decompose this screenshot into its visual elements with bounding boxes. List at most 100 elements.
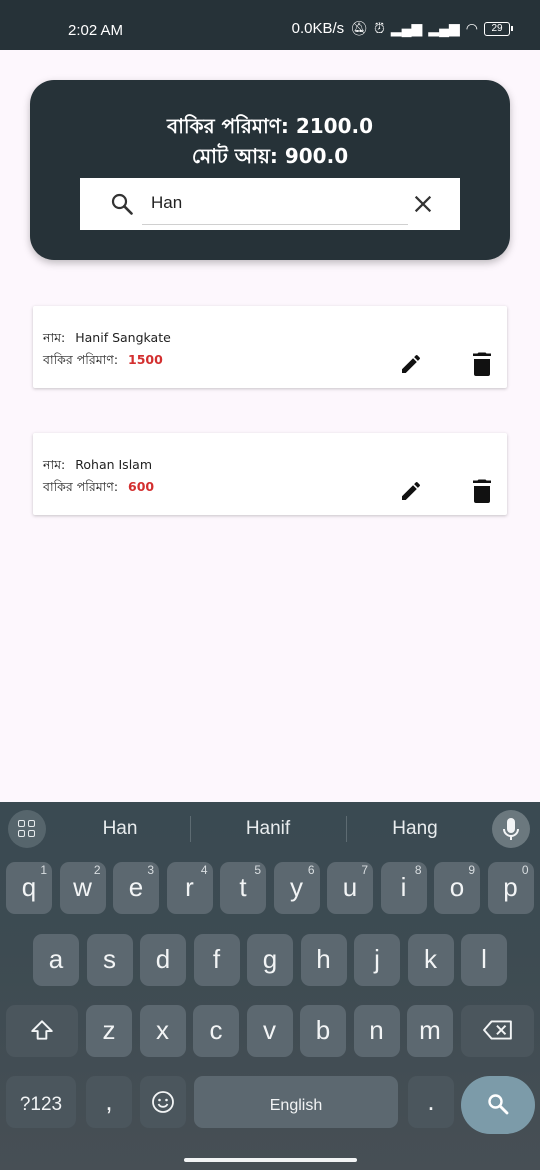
key-w[interactable]: w2 — [59, 862, 106, 914]
symbols-label: ?123 — [19, 1094, 63, 1115]
key-label: t — [239, 872, 247, 902]
key-hint: 0 — [521, 863, 529, 877]
signal-icon-2: ▂▄▆ — [428, 20, 460, 36]
name-row: নাম: Rohan Islam — [43, 457, 152, 477]
key-b[interactable]: b — [300, 1005, 346, 1057]
search-icon — [111, 193, 133, 215]
key-v[interactable]: v — [246, 1005, 293, 1057]
key-c[interactable]: c — [193, 1005, 239, 1057]
due-row: বাকির পরিমাণ: 600 — [43, 479, 154, 499]
status-time: 2:02 AM — [68, 22, 124, 39]
key-label: p — [503, 872, 518, 902]
key-g[interactable]: g — [247, 934, 293, 986]
mic-button[interactable] — [492, 810, 530, 848]
key-q[interactable]: q1 — [6, 862, 52, 914]
key-label: s — [103, 944, 116, 974]
key-z[interactable]: z — [86, 1005, 132, 1057]
suggestion-1[interactable]: Han — [50, 818, 190, 840]
grid-icon — [28, 820, 35, 827]
summary-card: বাকির পরিমাণ: 2100.0 মোট আয়: 900.0 Han — [30, 80, 510, 260]
key-label: n — [369, 1015, 384, 1045]
suggestion-3[interactable]: Hang — [345, 818, 485, 840]
due-label: বাকির পরিমাণ: — [43, 479, 119, 494]
due-value: 600 — [128, 479, 155, 494]
key-hint: 3 — [147, 863, 154, 877]
key-shift[interactable] — [6, 1005, 78, 1057]
due-label: বাকির পরিমাণ: — [43, 352, 119, 367]
key-j[interactable]: j — [354, 934, 400, 986]
name-label: নাম: — [43, 330, 66, 345]
key-label: u — [342, 872, 358, 902]
key-search[interactable] — [461, 1076, 535, 1134]
due-value: 1500 — [128, 352, 163, 367]
key-label: a — [48, 944, 64, 974]
grid-icon — [18, 830, 25, 837]
key-d[interactable]: d — [140, 934, 186, 986]
shift-icon — [31, 1020, 53, 1040]
grid-icon — [18, 820, 25, 827]
delete-icon[interactable] — [470, 351, 494, 377]
key-a[interactable]: a — [33, 934, 79, 986]
key-i[interactable]: i8 — [380, 862, 427, 914]
key-label: v — [263, 1015, 276, 1045]
key-u[interactable]: u7 — [327, 862, 373, 914]
status-icons: 0.0KB/s 🔕︎ ⏰︎ ▂▄▆ ▂▄▆ ◠ 29 — [292, 20, 513, 37]
key-label: c — [209, 1015, 223, 1045]
key-label: e — [128, 872, 144, 902]
edit-icon[interactable] — [399, 479, 423, 503]
key-label: m — [419, 1015, 441, 1045]
key-comma[interactable]: , — [86, 1076, 132, 1128]
key-label: k — [424, 944, 437, 974]
keyboard-apps-button[interactable] — [8, 810, 46, 848]
key-label: r — [185, 872, 194, 902]
record-card[interactable]: নাম: Hanif Sangkate বাকির পরিমাণ: 1500 — [33, 306, 507, 388]
clear-icon[interactable] — [412, 193, 434, 215]
emoji-icon — [152, 1091, 174, 1113]
record-card[interactable]: নাম: Rohan Islam বাকির পরিমাণ: 600 — [33, 433, 507, 515]
search-input[interactable]: Han — [151, 193, 182, 213]
key-e[interactable]: e3 — [113, 862, 159, 914]
soft-keyboard: Han Hanif Hang q1w2e3r4t5y6u7i8o9p0 asdf… — [0, 802, 540, 1170]
key-o[interactable]: o9 — [434, 862, 480, 914]
key-n[interactable]: n — [353, 1005, 400, 1057]
delete-icon[interactable] — [470, 478, 494, 504]
key-label: l — [481, 944, 487, 974]
alarm-icon: ⏰︎ — [373, 20, 385, 36]
key-emoji[interactable] — [140, 1076, 186, 1128]
key-m[interactable]: m — [407, 1005, 453, 1057]
status-bar: 2:02 AM 0.0KB/s 🔕︎ ⏰︎ ▂▄▆ ▂▄▆ ◠ 29 — [0, 0, 540, 50]
key-hint: 8 — [414, 863, 422, 877]
suggestion-divider — [190, 816, 191, 842]
key-l[interactable]: l — [461, 934, 507, 986]
key-y[interactable]: y6 — [273, 862, 320, 914]
key-f[interactable]: f — [193, 934, 240, 986]
key-hint: 1 — [40, 863, 47, 877]
key-k[interactable]: k — [407, 934, 454, 986]
home-indicator[interactable] — [184, 1158, 357, 1162]
key-label: g — [262, 944, 278, 974]
key-label: d — [155, 944, 171, 974]
edit-icon[interactable] — [399, 352, 423, 376]
name-label: নাম: — [43, 457, 66, 472]
key-t[interactable]: t5 — [220, 862, 266, 914]
key-s[interactable]: s — [86, 934, 133, 986]
key-period[interactable]: . — [408, 1076, 454, 1128]
grid-icon — [28, 830, 35, 837]
suggestion-bar: Han Hanif Hang — [0, 802, 540, 856]
key-label: z — [102, 1015, 116, 1045]
key-space[interactable]: English — [194, 1076, 398, 1128]
key-r[interactable]: r4 — [166, 862, 213, 914]
key-symbols[interactable]: ?123 — [6, 1076, 76, 1128]
key-label: x — [156, 1015, 169, 1045]
key-hint: 2 — [93, 863, 101, 877]
key-label: o — [449, 872, 465, 902]
name-value: Hanif Sangkate — [75, 330, 171, 345]
key-h[interactable]: h — [300, 934, 347, 986]
suggestion-2[interactable]: Hanif — [198, 818, 338, 840]
key-x[interactable]: x — [139, 1005, 186, 1057]
key-backspace[interactable] — [461, 1005, 534, 1057]
mute-icon: 🔕︎ — [350, 20, 368, 36]
search-bar[interactable]: Han — [80, 178, 460, 230]
wifi-icon: ◠ — [465, 20, 478, 36]
key-p[interactable]: p0 — [487, 862, 534, 914]
